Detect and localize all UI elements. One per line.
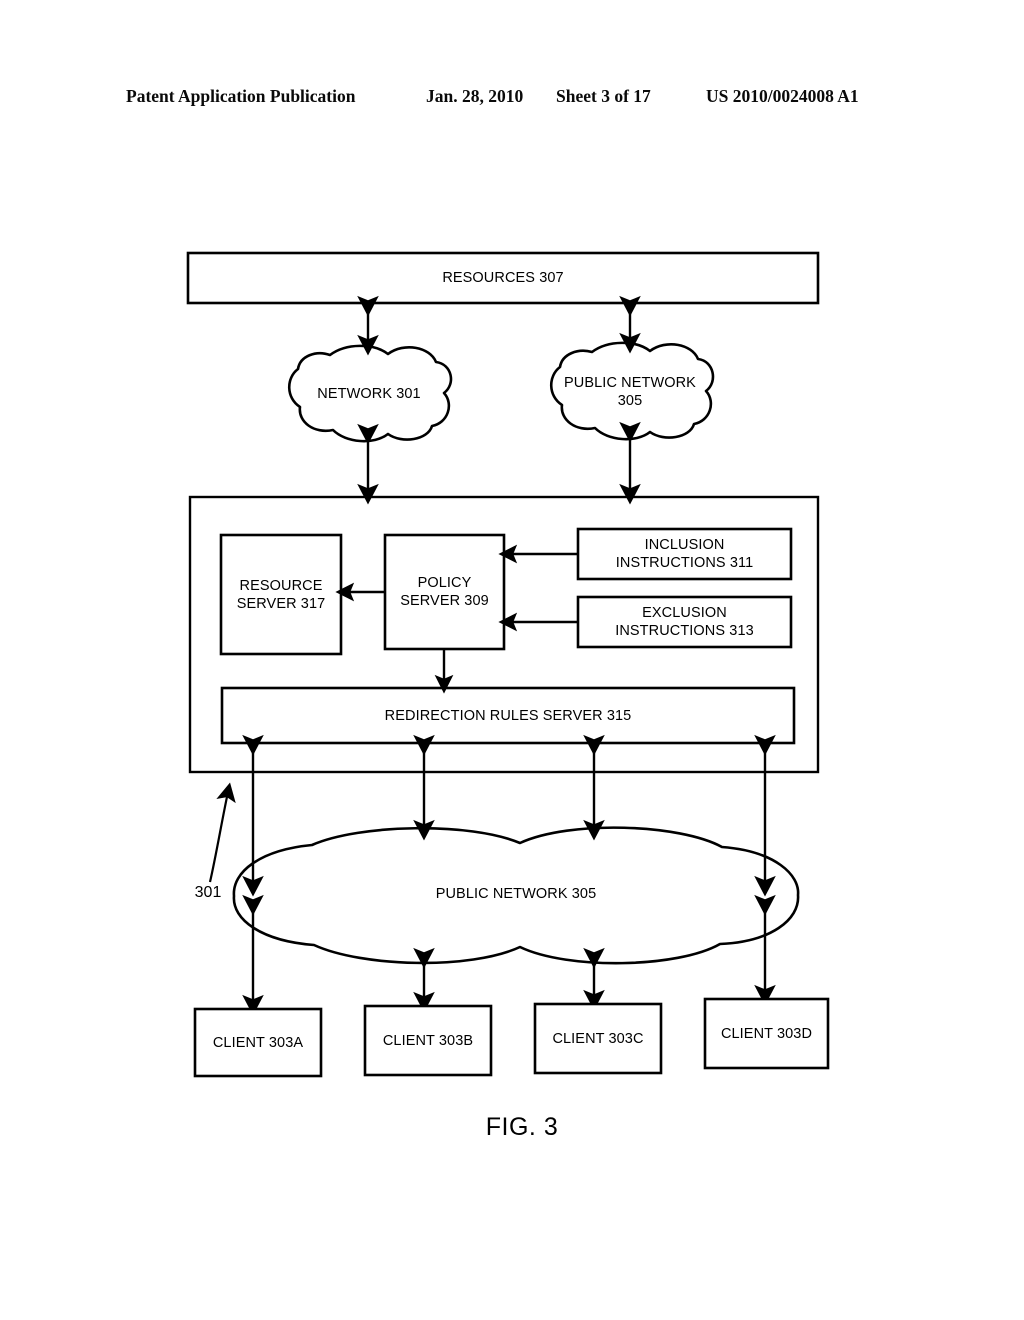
public-network-top-label: PUBLIC NETWORK 305	[564, 375, 696, 409]
reference-numeral-301: 301	[194, 884, 222, 901]
patent-drawing-page: Patent Application Publication Jan. 28, …	[0, 0, 1024, 1320]
redirection-rules-server-label: REDIRECTION RULES SERVER 315	[384, 707, 632, 724]
leader-line-301	[208, 782, 236, 883]
client-303c-label: CLIENT 303C	[552, 1030, 644, 1047]
resource-server-label: RESOURCE SERVER 317	[236, 577, 326, 612]
exclusion-instructions-label: EXCLUSION INSTRUCTIONS 313	[615, 605, 754, 639]
network-301-label: NETWORK 301	[317, 386, 421, 402]
inclusion-instructions-label: INCLUSION INSTRUCTIONS 311	[615, 537, 754, 571]
figure-caption: FIG. 3	[485, 1112, 559, 1141]
client-303d-label: CLIENT 303D	[720, 1025, 813, 1042]
resources-label: RESOURCES 307	[442, 270, 564, 286]
client-303b-label: CLIENT 303B	[382, 1032, 474, 1049]
client-303a-label: CLIENT 303A	[212, 1034, 304, 1051]
public-network-bottom-label: PUBLIC NETWORK 305	[435, 886, 597, 902]
policy-server-label: POLICY SERVER 309	[400, 575, 489, 609]
